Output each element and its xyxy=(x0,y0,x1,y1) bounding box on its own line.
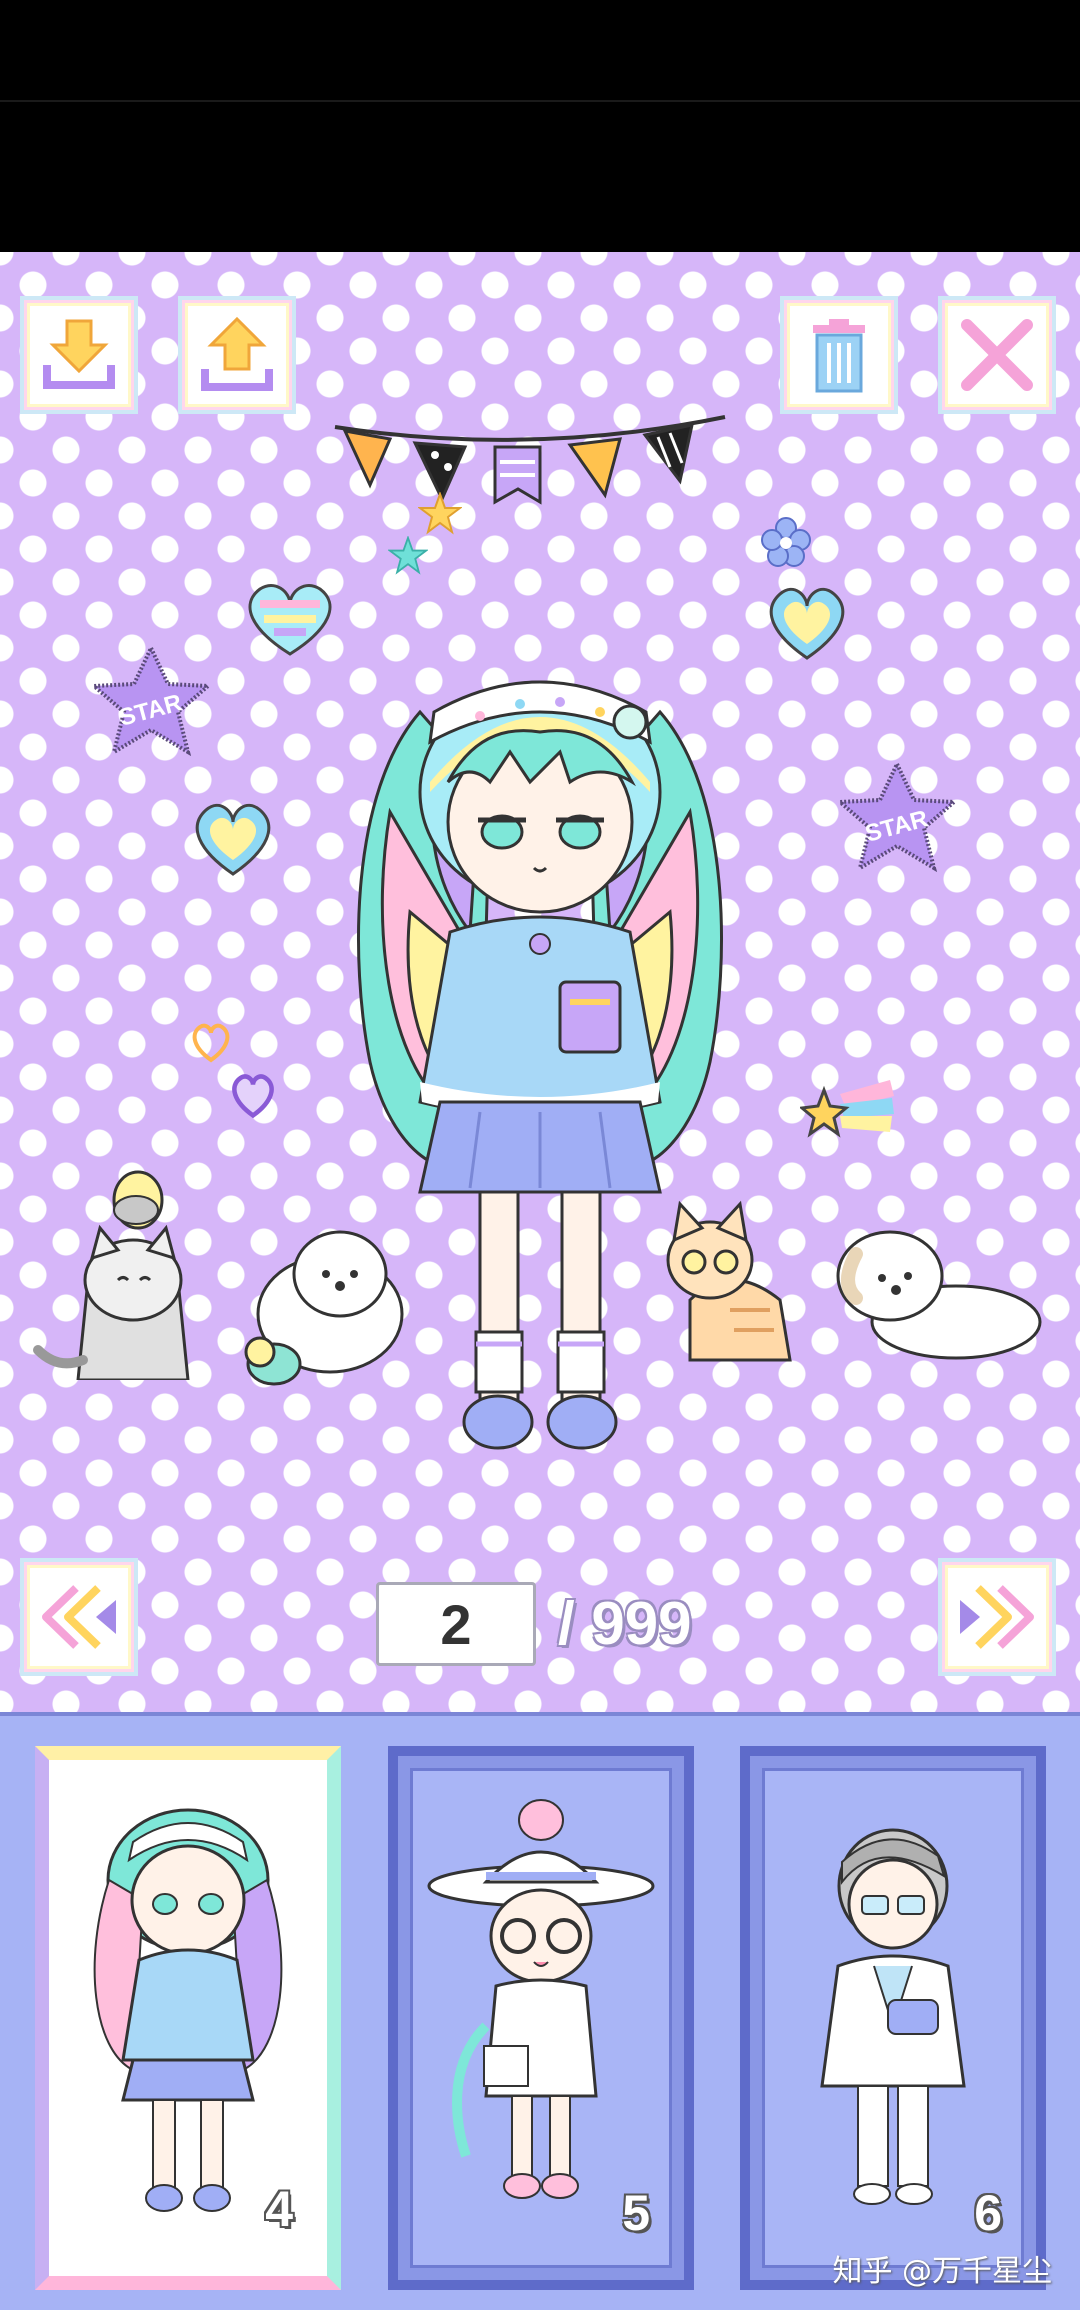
download-icon xyxy=(43,319,115,389)
heart-sticker-icon xyxy=(769,587,845,660)
dressup-stage: STAR STAR 2 / 999 xyxy=(0,252,1080,1712)
bunting-decoration xyxy=(334,415,726,505)
star-badge-right: STAR xyxy=(834,759,960,873)
slot-number: 4 xyxy=(265,2181,293,2237)
close-icon xyxy=(961,319,1033,391)
save-slots-tray: 4 5 6 知乎 @万千星尘 xyxy=(0,1712,1080,2310)
double-chevron-right-icon xyxy=(960,1585,1034,1649)
export-button[interactable] xyxy=(178,296,296,414)
slot-character-preview xyxy=(427,1799,655,2199)
slot-character-preview xyxy=(93,1808,283,2212)
import-button[interactable] xyxy=(20,296,138,414)
next-page-button[interactable] xyxy=(938,1558,1056,1676)
page-total: / 999 xyxy=(558,1590,692,1657)
flower-icon xyxy=(761,517,811,567)
slot-number: 6 xyxy=(974,2185,1002,2241)
star-badge-left: STAR xyxy=(88,643,214,757)
close-button[interactable] xyxy=(938,296,1056,414)
prev-page-button[interactable] xyxy=(20,1558,138,1676)
main-character[interactable] xyxy=(330,632,750,1612)
watermark: 知乎 @万千星尘 xyxy=(832,2254,1052,2289)
cat-with-bird[interactable] xyxy=(28,1150,218,1380)
star-icon xyxy=(418,492,462,535)
star-icon xyxy=(388,536,428,575)
rainbow-heart-icon xyxy=(248,583,332,656)
small-heart-icon xyxy=(192,1023,230,1063)
slot-character-preview xyxy=(820,1828,966,2205)
small-heart-icon xyxy=(232,1074,274,1119)
slot-number: 5 xyxy=(622,2185,650,2241)
status-bar xyxy=(0,0,1080,252)
current-page: 2 xyxy=(440,1592,472,1656)
save-slot-5[interactable]: 5 xyxy=(388,1746,694,2290)
upload-icon xyxy=(201,316,273,391)
orange-cat[interactable] xyxy=(650,1190,810,1366)
shooting-star-icon xyxy=(800,1080,894,1138)
trash-icon xyxy=(813,319,865,393)
white-dog-with-bird[interactable] xyxy=(230,1214,410,1394)
double-chevron-left-icon xyxy=(42,1585,116,1649)
page-number-input[interactable]: 2 xyxy=(376,1582,536,1666)
white-puppy[interactable] xyxy=(826,1214,1046,1364)
delete-button[interactable] xyxy=(780,296,898,414)
heart-sticker-icon xyxy=(195,803,271,876)
save-slot-6[interactable]: 6 xyxy=(740,1746,1046,2290)
save-slot-4[interactable]: 4 xyxy=(35,1746,341,2290)
